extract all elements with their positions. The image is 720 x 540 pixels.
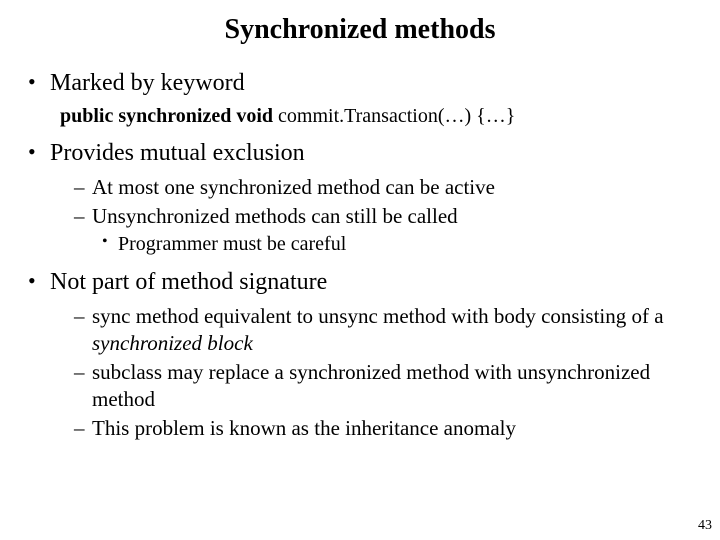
bullet-list: Marked by keyword public synchronized vo… [24,68,696,442]
sub-at-most-one: At most one synchronized method can be a… [74,174,696,201]
bullet-not-part-signature: Not part of method signature [24,267,696,297]
sub-list-signature: sync method equivalent to unsync method … [24,303,696,441]
sub-unsynchronized: Unsynchronized methods can still be call… [74,203,696,230]
subsub-list: Programmer must be careful [74,232,696,258]
sub-sync-equivalent: sync method equivalent to unsync method … [74,303,696,357]
code-line: public synchronized void commit.Transact… [24,104,696,128]
sub-inheritance-anomaly: This problem is known as the inheritance… [74,415,696,442]
bullet-marked-by-keyword: Marked by keyword [24,68,696,98]
sub-sync-equiv-text: sync method equivalent to unsync method … [92,304,664,328]
bullet-mutual-exclusion: Provides mutual exclusion [24,138,696,168]
sub-list-container: At most one synchronized method can be a… [24,174,696,257]
slide: Synchronized methods Marked by keyword p… [0,0,720,540]
sub-subclass-replace: subclass may replace a synchronized meth… [74,359,696,413]
subsub-programmer-careful: Programmer must be careful [102,232,696,258]
sub-list-container-2: sync method equivalent to unsync method … [24,303,696,441]
page-number: 43 [698,518,712,534]
code-example: public synchronized void commit.Transact… [24,104,696,128]
sub-list-mutual: At most one synchronized method can be a… [24,174,696,257]
subsub-container: Programmer must be careful [74,232,696,258]
code-rest: commit.Transaction(…) {…} [273,105,515,127]
code-keywords: public synchronized void [60,105,273,127]
sub-sync-block-italic: synchronized block [92,331,253,355]
slide-title: Synchronized methods [24,14,696,46]
